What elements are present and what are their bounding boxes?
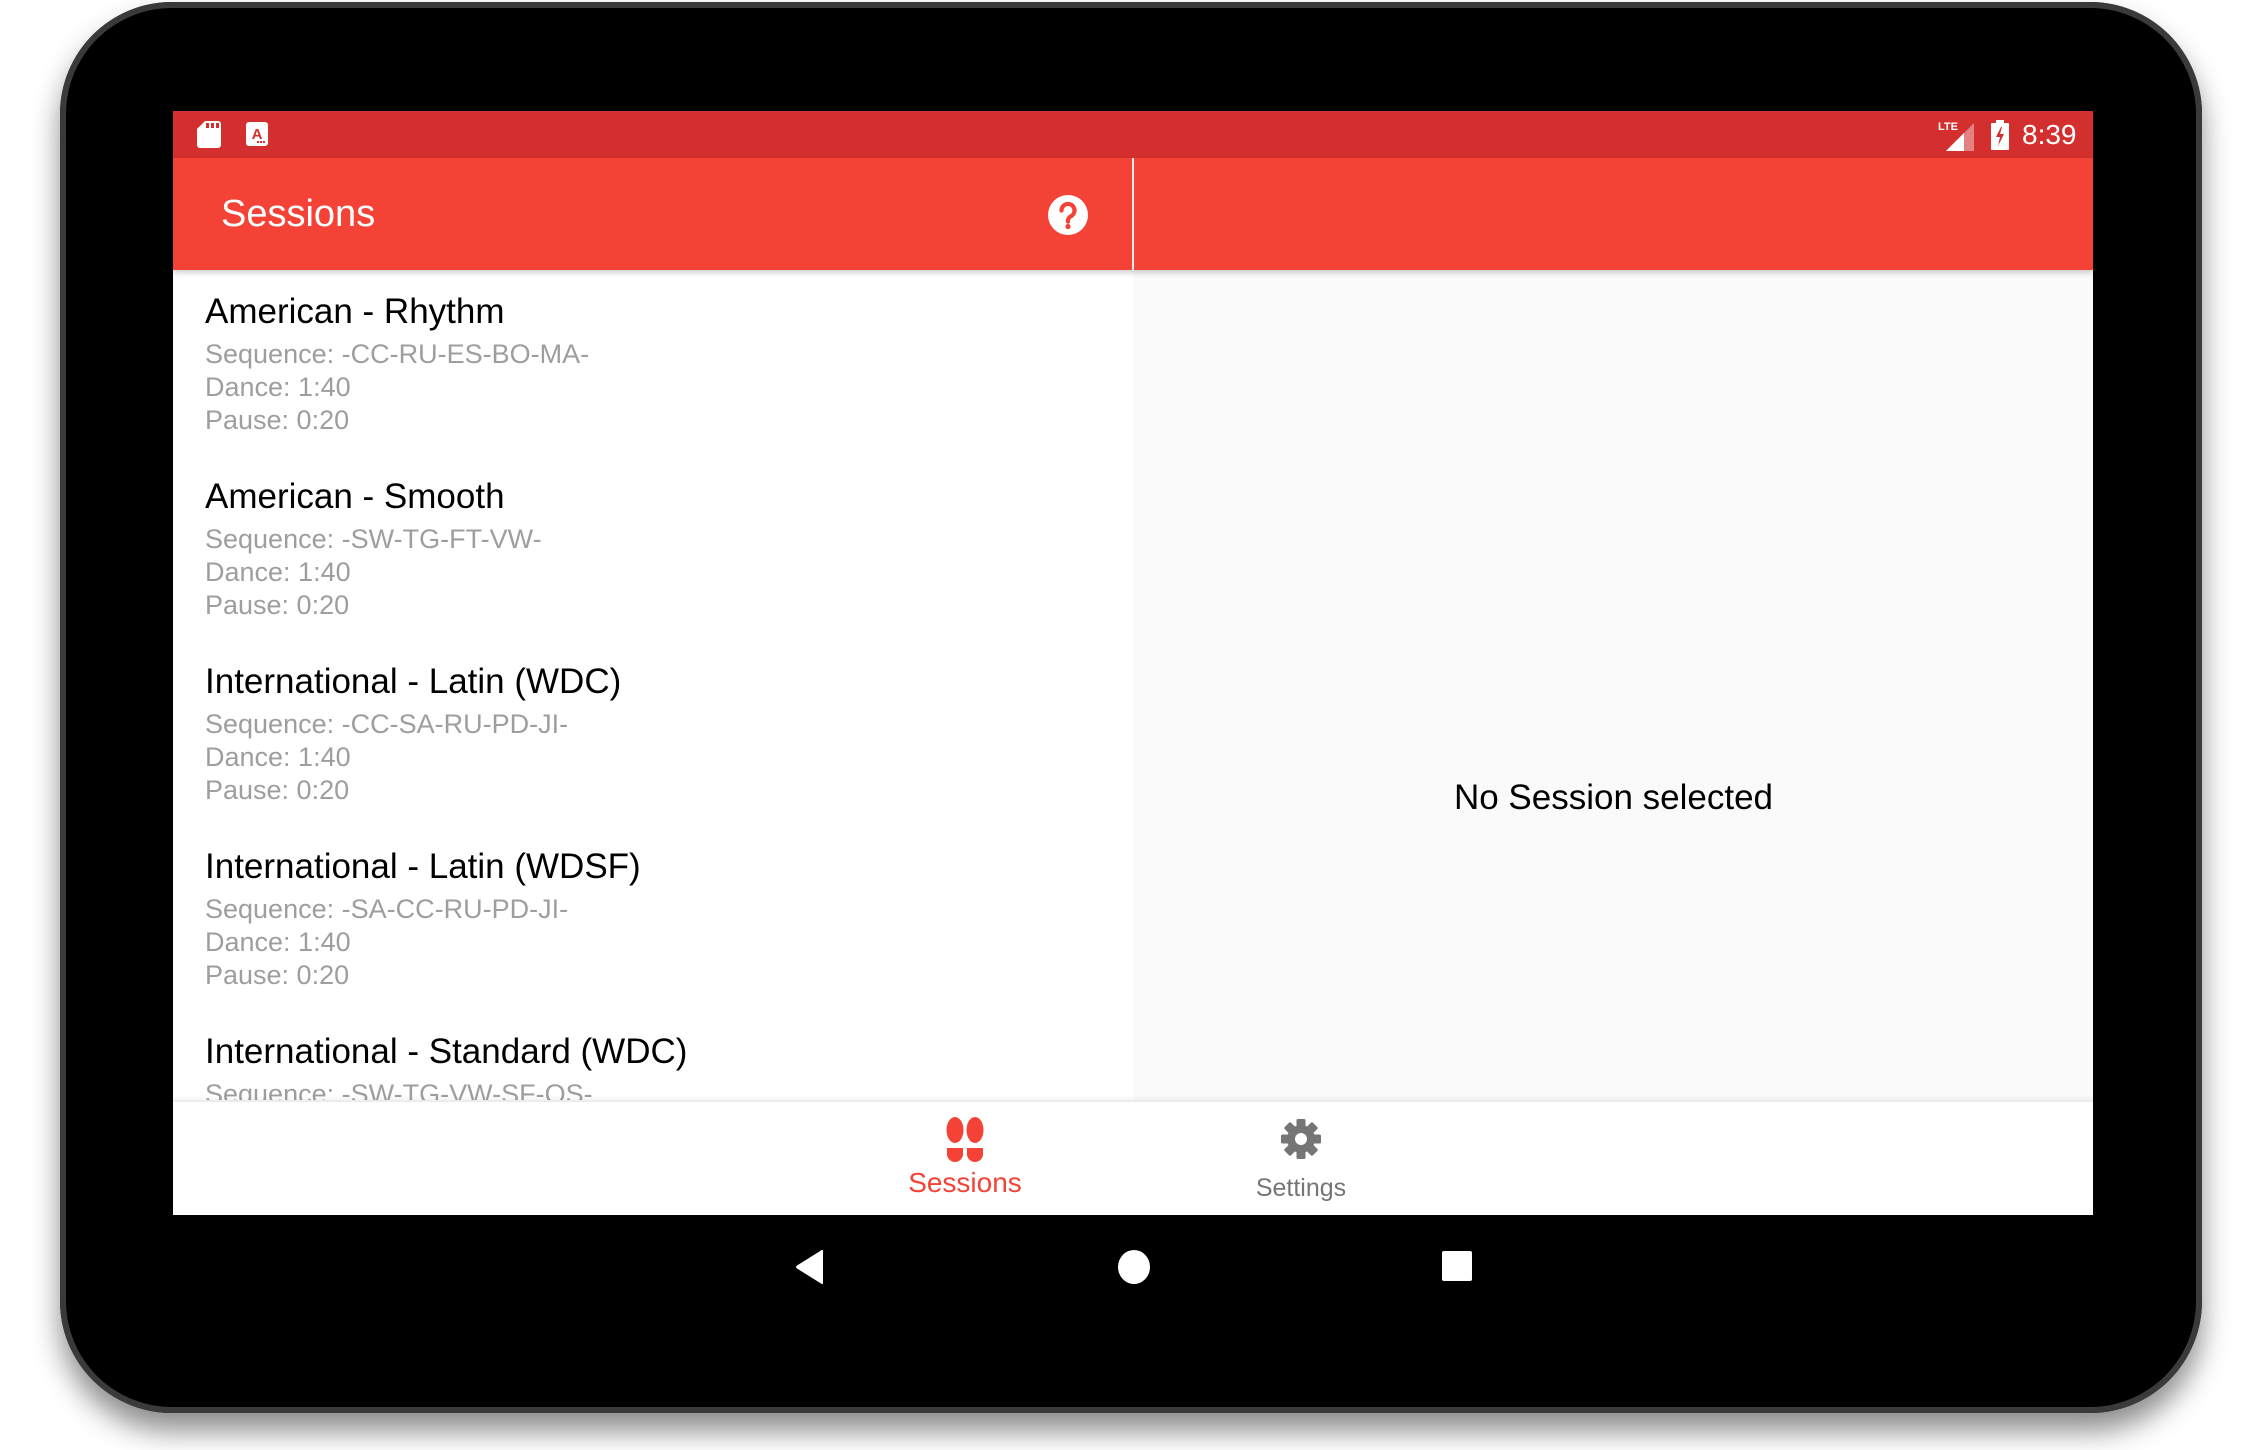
sd-card-icon	[197, 121, 221, 148]
session-pause-time: Pause: 0:20	[205, 405, 350, 435]
home-icon[interactable]	[1117, 1249, 1151, 1285]
page-title: Sessions	[221, 193, 376, 235]
tab-label: Sessions	[908, 1167, 1022, 1198]
bottom-navigation: Sessions Settings	[173, 1100, 2093, 1215]
back-icon[interactable]	[793, 1249, 827, 1285]
session-item-american-smooth[interactable]: American - Smooth Sequence: -SW-TG-FT-VW…	[173, 455, 1133, 640]
help-icon[interactable]	[1047, 194, 1089, 236]
sessions-list[interactable]: American - Rhythm Sequence: -CC-RU-ES-BO…	[173, 270, 1133, 1100]
session-sequence: Sequence: -SW-TG-VW-SF-QS-	[205, 1079, 593, 1100]
session-sequence: Sequence: -SW-TG-FT-VW-	[205, 524, 542, 554]
a-notification-icon: A	[246, 122, 268, 146]
tab-settings[interactable]: Settings	[1181, 1102, 1421, 1215]
gear-icon	[1281, 1119, 1321, 1159]
session-title: American - Smooth	[205, 477, 505, 516]
battery-charging-icon	[1991, 120, 2009, 150]
tab-sessions[interactable]: Sessions	[845, 1102, 1085, 1215]
session-item-international-latin-wdc[interactable]: International - Latin (WDC) Sequence: -C…	[173, 640, 1133, 825]
session-dance-time: Dance: 1:40	[205, 927, 351, 957]
pane-divider	[1132, 158, 1134, 270]
session-item-american-rhythm[interactable]: American - Rhythm Sequence: -CC-RU-ES-BO…	[173, 270, 1133, 455]
session-dance-time: Dance: 1:40	[205, 372, 351, 402]
session-item-international-latin-wdsf[interactable]: International - Latin (WDSF) Sequence: -…	[173, 825, 1133, 1010]
device-screen: A LTE 8:39 Sessions American - Rhythm Se…	[173, 111, 2093, 1215]
status-bar: A LTE 8:39	[173, 111, 2093, 158]
session-pause-time: Pause: 0:20	[205, 775, 350, 805]
session-title: International - Standard (WDC)	[205, 1032, 688, 1071]
session-title: International - Latin (WDSF)	[205, 847, 641, 886]
lte-signal-icon: LTE	[1938, 121, 1974, 151]
session-dance-time: Dance: 1:40	[205, 557, 351, 587]
session-sequence: Sequence: -CC-SA-RU-PD-JI-	[205, 709, 569, 739]
session-pause-time: Pause: 0:20	[205, 960, 350, 990]
session-title: American - Rhythm	[205, 292, 505, 331]
empty-state-text: No Session selected	[1453, 778, 1774, 817]
session-sequence: Sequence: -CC-RU-ES-BO-MA-	[205, 339, 590, 369]
svg-text:LTE: LTE	[1938, 121, 1958, 133]
app-bar: Sessions	[173, 158, 2093, 270]
tab-label: Settings	[1255, 1174, 1347, 1202]
svg-text:A: A	[252, 126, 263, 143]
session-title: International - Latin (WDC)	[205, 662, 622, 701]
session-detail-pane: No Session selected	[1134, 270, 2093, 1100]
session-sequence: Sequence: -SA-CC-RU-PD-JI-	[205, 894, 569, 924]
status-time: 8:39	[2022, 119, 2077, 150]
system-navigation-bar	[173, 1215, 2093, 1311]
session-pause-time: Pause: 0:20	[205, 590, 350, 620]
recents-icon[interactable]	[1441, 1250, 1473, 1282]
session-item-international-standard-wdc[interactable]: International - Standard (WDC) Sequence:…	[173, 1010, 1133, 1100]
footprints-icon	[946, 1117, 984, 1162]
session-dance-time: Dance: 1:40	[205, 742, 351, 772]
